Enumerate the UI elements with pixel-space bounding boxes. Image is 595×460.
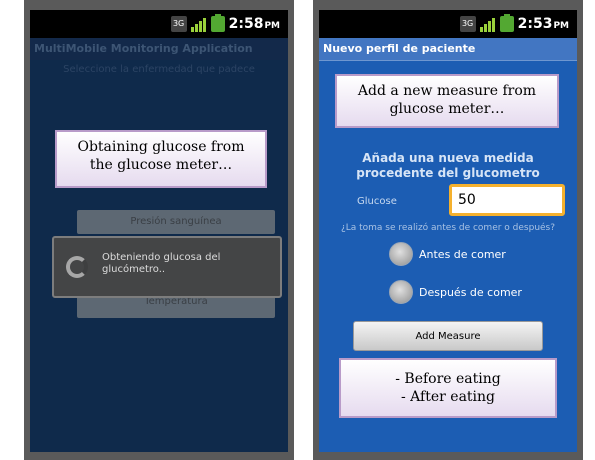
progress-message-line: Obteniendo glucosa del (102, 252, 221, 263)
add-measure-button[interactable]: Add Measure (353, 321, 543, 351)
radio-before-label: Antes de comer (419, 247, 506, 261)
radio-before-eating[interactable]: Antes de comer (389, 242, 506, 266)
phone-screenshot-left: 3G 2:58 PM MultiMobile Monitoring Applic… (24, 0, 294, 460)
screen-title: Nuevo perfil de paciente (319, 38, 577, 61)
annotation-meal-options: - Before eating - After eating (339, 358, 557, 418)
status-ampm: PM (264, 20, 280, 31)
annotation-line: the glucose meter… (89, 157, 233, 173)
network-3g-icon: 3G (170, 16, 187, 32)
battery-icon (499, 14, 514, 32)
progress-dialog: Obteniendo glucosa del glucómetro.. (52, 236, 282, 298)
radio-after-label: Después de comer (419, 285, 522, 299)
meal-timing-question: ¿La toma se realizó antes de comer o des… (340, 223, 556, 233)
signal-icon (479, 16, 496, 32)
loading-spinner-icon (66, 256, 88, 278)
app-screen: Nuevo perfil de paciente Add a new measu… (319, 38, 577, 452)
radio-button-icon[interactable] (389, 280, 413, 304)
annotation-line: glucose meter… (389, 101, 505, 117)
progress-message-line: glucómetro.. (102, 264, 166, 275)
radio-after-eating[interactable]: Después de comer (389, 280, 522, 304)
annotation-line: - Before eating (395, 371, 501, 387)
disease-prompt: Seleccione la enfermedad que padece (63, 64, 255, 75)
battery-icon (210, 14, 225, 32)
form-heading: Añada una nueva medida procedente del gl… (319, 151, 577, 181)
app-screen: MultiMobile Monitoring Application Selec… (30, 38, 288, 452)
phone-screenshot-right: 3G 2:53 PM Nuevo perfil de paciente Add … (313, 0, 583, 460)
status-time: 2:53 (517, 16, 553, 32)
annotation-obtaining: Obtaining glucose from the glucose meter… (55, 130, 267, 188)
annotation-line: Add a new measure from (357, 83, 537, 99)
app-title: MultiMobile Monitoring Application (30, 38, 288, 60)
annotation-line: Obtaining glucose from (77, 139, 245, 155)
signal-icon (190, 16, 207, 32)
annotation-line: - After eating (401, 389, 495, 405)
network-3g-icon: 3G (459, 16, 476, 32)
form-heading-line: Añada una nueva medida (362, 151, 534, 165)
blood-pressure-button[interactable]: Presión sanguínea (77, 210, 275, 234)
status-ampm: PM (553, 20, 569, 31)
status-time: 2:58 (228, 16, 264, 32)
progress-message: Obteniendo glucosa del glucómetro.. (102, 252, 272, 276)
status-bar: 3G 2:53 PM (319, 10, 577, 38)
status-bar: 3G 2:58 PM (30, 10, 288, 38)
annotation-add-measure: Add a new measure from glucose meter… (335, 74, 559, 128)
radio-button-icon[interactable] (389, 242, 413, 266)
glucose-input[interactable] (449, 184, 565, 216)
glucose-label: Glucose (357, 196, 397, 207)
form-heading-line: procedente del glucometro (356, 166, 540, 180)
